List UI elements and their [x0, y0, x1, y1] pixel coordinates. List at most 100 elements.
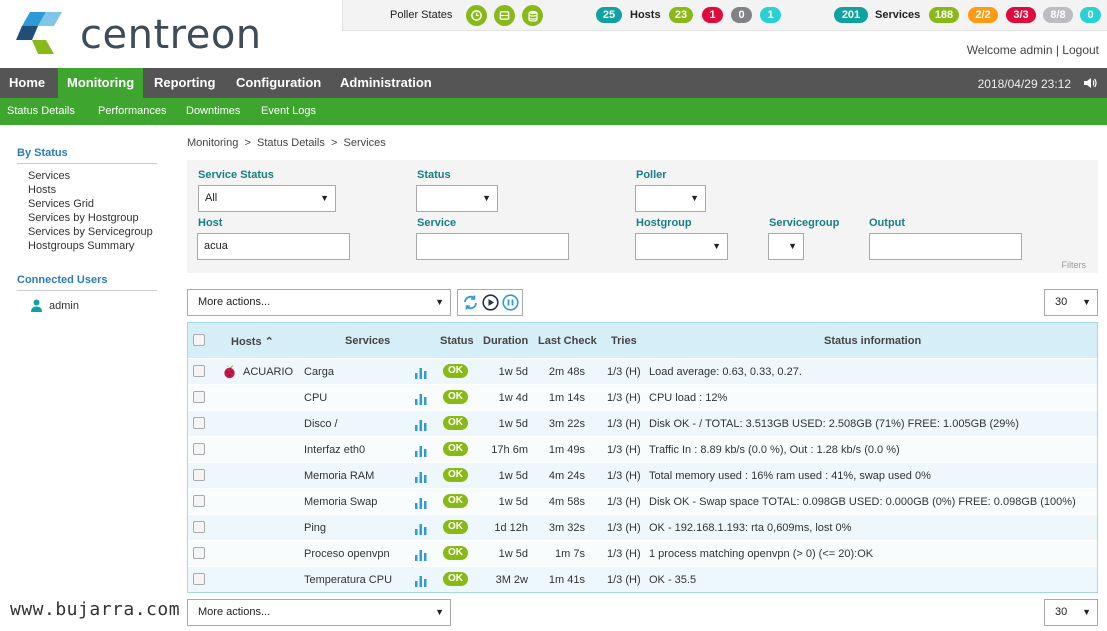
servicegroup-select[interactable]: ▼ — [768, 233, 804, 260]
bar-chart-icon[interactable] — [415, 575, 427, 587]
bar-chart-icon[interactable] — [415, 393, 427, 405]
bar-chart-icon[interactable] — [415, 445, 427, 457]
table-row[interactable]: Disco / OK 1w 5d 3m 22s 1/3 (H) Disk OK - / T… — [188, 410, 1097, 436]
subnav-event-logs[interactable]: Event Logs — [261, 98, 316, 125]
column-duration[interactable]: Duration — [483, 335, 528, 347]
nav-administration[interactable]: Administration — [331, 68, 441, 98]
refresh-controls — [457, 289, 523, 316]
row-checkbox[interactable] — [193, 417, 205, 429]
hosts-pending-badge[interactable]: 1 — [760, 7, 781, 23]
host-label: Host — [198, 217, 223, 229]
row-checkbox[interactable] — [193, 573, 205, 585]
bar-chart-icon[interactable] — [415, 367, 427, 379]
services-total-badge[interactable]: 201 — [834, 7, 868, 23]
column-services[interactable]: Services — [345, 335, 390, 347]
bar-chart-icon[interactable] — [415, 523, 427, 535]
column-last-check[interactable]: Last Check — [538, 335, 597, 347]
service-name[interactable]: Interfaz eth0 — [304, 444, 365, 456]
service-name[interactable]: CPU — [304, 392, 327, 404]
bar-chart-icon[interactable] — [415, 471, 427, 483]
more-actions-select-top[interactable]: More actions... ▼ — [187, 289, 451, 316]
column-hosts[interactable]: Hosts ⌃ — [231, 335, 274, 348]
more-actions-select-bottom[interactable]: More actions... ▼ — [187, 599, 451, 626]
services-warning-badge[interactable]: 2/2 — [968, 7, 998, 23]
nav-home[interactable]: Home — [0, 68, 54, 98]
service-name[interactable]: Disco / — [304, 418, 338, 430]
table-row[interactable]: Proceso openvpn OK 1w 5d 1m 7s 1/3 (H) 1 proc… — [188, 540, 1097, 566]
speaker-icon[interactable] — [1083, 76, 1097, 90]
sidebar-item-hosts[interactable]: Hosts — [28, 184, 56, 196]
table-row[interactable]: Interfaz eth0 OK 17h 6m 1m 49s 1/3 (H) Traffi… — [188, 436, 1097, 462]
nav-configuration[interactable]: Configuration — [227, 68, 330, 98]
column-status-information[interactable]: Status information — [824, 335, 921, 347]
hosts-total-badge[interactable]: 25 — [596, 7, 622, 23]
services-ok-badge[interactable]: 188 — [929, 7, 959, 23]
caret-down-icon: ▼ — [1082, 607, 1091, 617]
service-name[interactable]: Ping — [304, 522, 326, 534]
subnav-performances[interactable]: Performances — [98, 98, 166, 125]
host-input[interactable]: acua — [197, 233, 350, 260]
caret-down-icon: ▼ — [435, 607, 444, 617]
service-status-select[interactable]: All ▼ — [198, 185, 336, 212]
bar-chart-icon[interactable] — [415, 419, 427, 431]
play-icon[interactable] — [482, 294, 499, 311]
table-row[interactable]: Memoria RAM OK 1w 5d 4m 24s 1/3 (H) Total mem… — [188, 462, 1097, 488]
table-row[interactable]: CPU OK 1w 4d 1m 14s 1/3 (H) CPU load : 12% — [188, 384, 1097, 410]
sidebar-item-services-by-hostgroup[interactable]: Services by Hostgroup — [28, 212, 139, 224]
subnav-status-details[interactable]: Status Details — [7, 98, 75, 125]
service-name[interactable]: Proceso openvpn — [304, 548, 390, 560]
status-badge: OK — [443, 364, 468, 378]
bar-chart-icon[interactable] — [415, 497, 427, 509]
refresh-icon[interactable] — [462, 294, 479, 311]
service-input[interactable] — [416, 233, 569, 260]
hosts-up-badge[interactable]: 23 — [669, 7, 693, 23]
output-input[interactable] — [869, 233, 1022, 260]
select-all-checkbox[interactable] — [193, 334, 205, 346]
service-name[interactable]: Memoria Swap — [304, 496, 377, 508]
row-checkbox[interactable] — [193, 495, 205, 507]
row-checkbox[interactable] — [193, 521, 205, 533]
table-row[interactable]: ACUARIO Carga OK 1w 5d 2m 48s 1/3 (H) Load ave… — [188, 358, 1097, 384]
poller-select[interactable]: ▼ — [635, 185, 706, 212]
status-information: Total memory used : 16% ram used : 41%, … — [649, 470, 931, 482]
page-size-select-bottom[interactable]: 30 ▼ — [1044, 599, 1098, 626]
pause-icon[interactable] — [502, 294, 519, 311]
centreon-logo[interactable]: centreon — [16, 10, 286, 58]
column-tries[interactable]: Tries — [611, 335, 637, 347]
bar-chart-icon[interactable] — [415, 549, 427, 561]
table-row[interactable]: Ping OK 1d 12h 3m 32s 1/3 (H) OK - 192.168.1.… — [188, 514, 1097, 540]
stack-icon[interactable] — [522, 5, 543, 26]
service-name[interactable]: Carga — [304, 366, 334, 378]
sidebar-item-services-by-servicegroup[interactable]: Services by Servicegroup — [28, 226, 153, 238]
row-checkbox[interactable] — [193, 443, 205, 455]
sidebar-item-services[interactable]: Services — [28, 170, 70, 182]
row-checkbox[interactable] — [193, 391, 205, 403]
hosts-down-badge[interactable]: 1 — [702, 7, 723, 23]
table-row[interactable]: Temperatura CPU OK 3M 2w 1m 41s 1/3 (H) OK - … — [188, 566, 1097, 592]
clock-icon[interactable] — [466, 5, 487, 26]
column-status[interactable]: Status — [440, 335, 474, 347]
subnav-downtimes[interactable]: Downtimes — [186, 98, 240, 125]
page-size-select-top[interactable]: 30 ▼ — [1044, 289, 1098, 316]
row-checkbox[interactable] — [193, 469, 205, 481]
services-pending-badge[interactable]: 0 — [1080, 7, 1101, 23]
hostgroup-select[interactable]: ▼ — [635, 233, 728, 260]
nav-reporting[interactable]: Reporting — [145, 68, 224, 98]
sidebar-item-services-grid[interactable]: Services Grid — [28, 198, 94, 210]
service-name[interactable]: Temperatura CPU — [304, 574, 392, 586]
host-name[interactable]: ACUARIO — [243, 366, 293, 378]
hosts-unreachable-badge[interactable]: 0 — [731, 7, 752, 23]
row-checkbox[interactable] — [193, 365, 205, 377]
status-select[interactable]: ▼ — [416, 185, 498, 212]
table-row[interactable]: Memoria Swap OK 1w 5d 4m 58s 1/3 (H) Disk OK … — [188, 488, 1097, 514]
nav-monitoring[interactable]: Monitoring — [58, 68, 144, 98]
service-name[interactable]: Memoria RAM — [304, 470, 374, 482]
sidebar-item-hostgroups-summary[interactable]: Hostgroups Summary — [28, 240, 134, 252]
connected-user-admin[interactable]: admin — [49, 300, 79, 312]
services-critical-badge[interactable]: 3/3 — [1006, 7, 1036, 23]
status-information: Traffic In : 8.89 kb/s (0.0 %), Out : 1.… — [649, 444, 900, 456]
logout-link[interactable]: Logout — [1062, 43, 1099, 57]
row-checkbox[interactable] — [193, 547, 205, 559]
database-icon[interactable] — [494, 5, 515, 26]
services-unknown-badge[interactable]: 8/8 — [1043, 7, 1073, 23]
